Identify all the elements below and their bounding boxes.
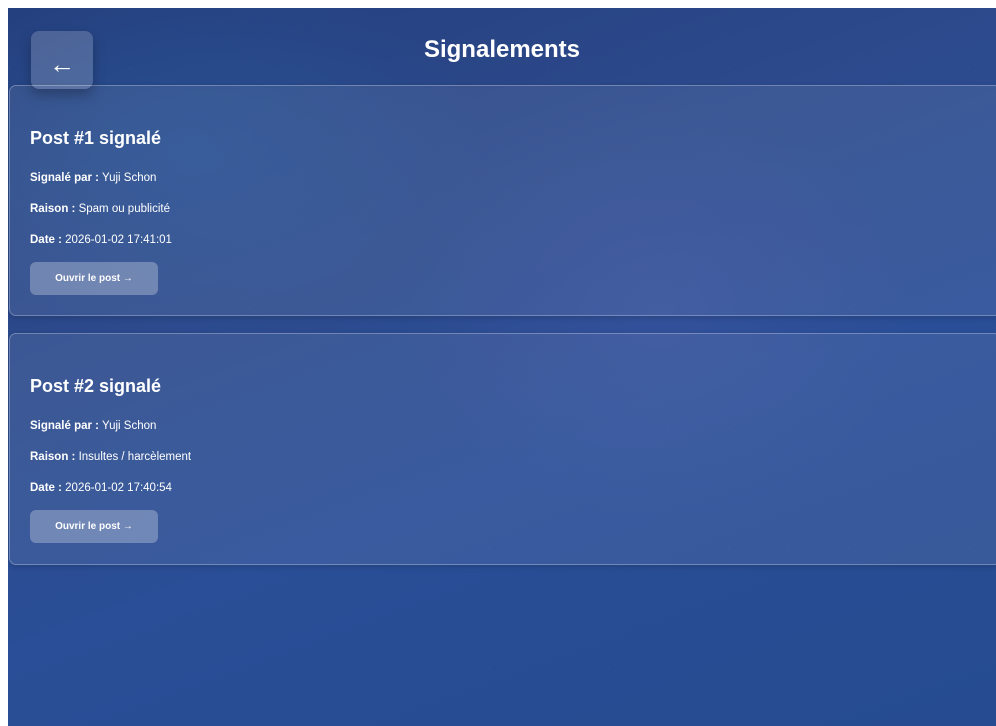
reported-by-label: Signalé par : bbox=[30, 420, 100, 432]
reason-value: Spam ou publicité bbox=[78, 203, 170, 215]
open-post-button[interactable]: Ouvrir le post → bbox=[30, 262, 158, 295]
date-label: Date : bbox=[30, 234, 62, 246]
date-label: Date : bbox=[30, 482, 62, 494]
app-background: ← Signalements Post #1 signalé Signalé p… bbox=[8, 8, 996, 726]
report-card: Post #1 signalé Signalé par : Yuji Schon… bbox=[9, 85, 996, 316]
reason-row: Raison : Insultes / harcèlement bbox=[30, 451, 191, 463]
reported-by-label: Signalé par : bbox=[30, 172, 100, 184]
date-value: 2026-01-02 17:41:01 bbox=[65, 234, 172, 246]
report-title: Post #2 signalé bbox=[30, 376, 162, 396]
reported-by-row: Signalé par : Yuji Schon bbox=[30, 420, 156, 432]
reason-value: Insultes / harcèlement bbox=[78, 451, 192, 463]
reported-by-value: Yuji Schon bbox=[102, 172, 157, 184]
reason-label: Raison : bbox=[30, 203, 76, 215]
reason-row: Raison : Spam ou publicité bbox=[30, 203, 170, 215]
open-post-button[interactable]: Ouvrir le post → bbox=[30, 510, 158, 543]
reported-by-row: Signalé par : Yuji Schon bbox=[30, 172, 156, 184]
date-value: 2026-01-02 17:40:54 bbox=[65, 482, 172, 494]
report-card: Post #2 signalé Signalé par : Yuji Schon… bbox=[9, 333, 996, 565]
reported-by-value: Yuji Schon bbox=[102, 420, 157, 432]
date-row: Date : 2026-01-02 17:40:54 bbox=[30, 482, 172, 494]
reason-label: Raison : bbox=[30, 451, 76, 463]
report-title: Post #1 signalé bbox=[30, 128, 162, 148]
page-title: Signalements bbox=[423, 36, 581, 63]
date-row: Date : 2026-01-02 17:41:01 bbox=[30, 234, 172, 246]
